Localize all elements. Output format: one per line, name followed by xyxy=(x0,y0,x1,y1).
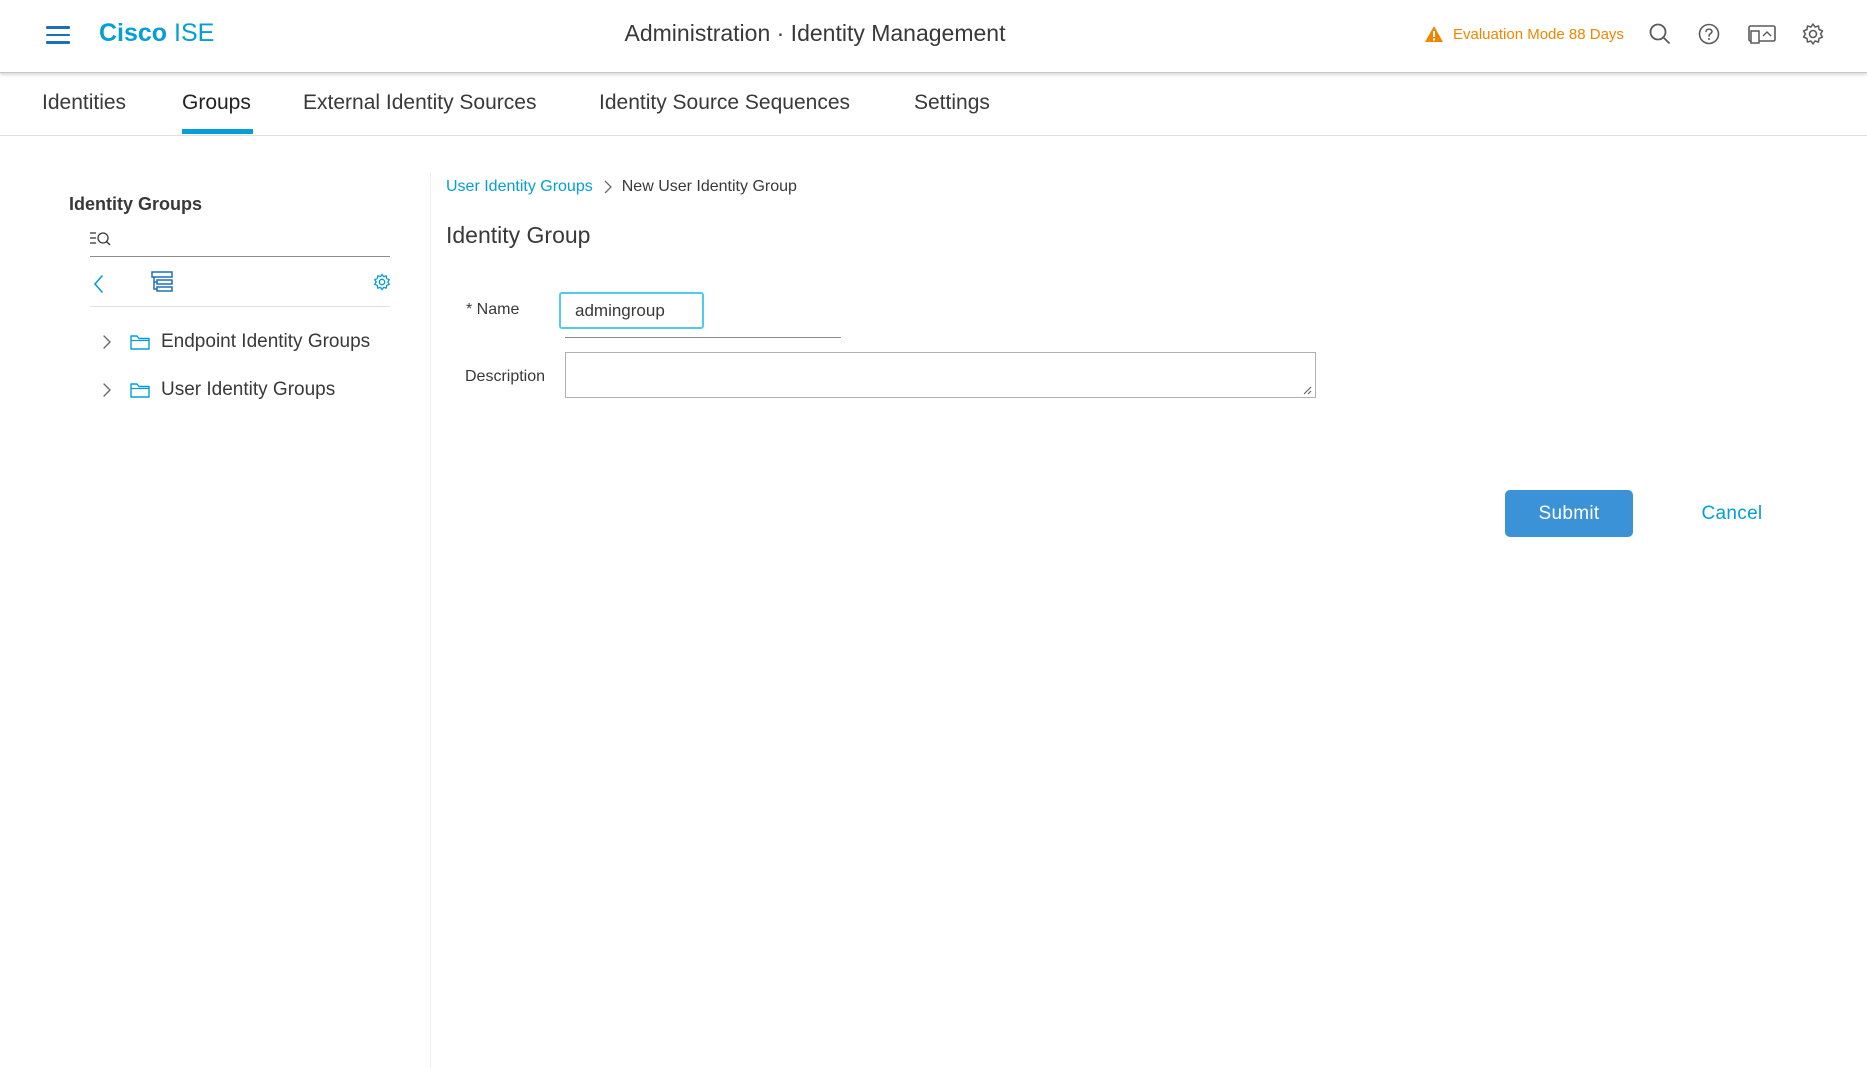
tab-identities[interactable]: Identities xyxy=(42,91,126,115)
filter-search-icon xyxy=(90,232,111,246)
breadcrumb-current: New User Identity Group xyxy=(621,178,797,195)
resize-handle-icon[interactable] xyxy=(1302,385,1312,395)
sidebar-search[interactable] xyxy=(90,225,390,257)
name-label: * Name xyxy=(466,301,520,318)
warning-icon xyxy=(1425,26,1443,42)
description-textarea[interactable] xyxy=(565,352,1316,398)
evaluation-notice-text: Evaluation Mode 88 Days xyxy=(1453,25,1624,43)
tab-groups[interactable]: Groups xyxy=(182,91,251,115)
tab-settings[interactable]: Settings xyxy=(914,91,990,115)
chevron-right-icon xyxy=(604,180,612,194)
gear-icon[interactable] xyxy=(1800,21,1826,47)
breadcrumb-parent-link[interactable]: User Identity Groups xyxy=(446,178,593,196)
name-field-wrapper xyxy=(559,292,841,338)
gear-icon[interactable] xyxy=(372,272,392,292)
folder-icon xyxy=(130,335,150,350)
sidebar-title: Identity Groups xyxy=(69,194,203,214)
sidebar-toolbar xyxy=(90,265,390,307)
tree-item-user-identity-groups[interactable]: User Identity Groups xyxy=(98,376,335,404)
tab-external-identity-sources[interactable]: External Identity Sources xyxy=(303,91,536,115)
help-icon[interactable] xyxy=(1696,21,1722,47)
active-tab-indicator xyxy=(182,129,253,134)
description-label: Description xyxy=(465,368,546,385)
name-input[interactable] xyxy=(559,292,704,329)
primary-tabs: Identities Groups External Identity Sour… xyxy=(0,73,1867,136)
tab-identity-source-sequences[interactable]: Identity Source Sequences xyxy=(599,91,850,115)
chevron-right-icon[interactable] xyxy=(98,381,116,399)
tree-view-icon[interactable] xyxy=(151,271,173,293)
chevron-right-icon[interactable] xyxy=(98,333,116,351)
monitor-icon[interactable] xyxy=(1747,21,1777,47)
form-section-title: Identity Group xyxy=(446,222,591,248)
tree-item-label: Endpoint Identity Groups xyxy=(161,331,371,352)
back-icon[interactable] xyxy=(92,273,106,295)
tree-item-endpoint-identity-groups[interactable]: Endpoint Identity Groups xyxy=(98,328,370,356)
page-title: Administration · Identity Management xyxy=(624,20,1006,46)
cancel-button[interactable]: Cancel xyxy=(1690,490,1774,537)
submit-button[interactable]: Submit xyxy=(1505,490,1633,537)
breadcrumb: User Identity Groups New User Identity G… xyxy=(446,178,797,196)
panel-divider xyxy=(430,172,431,1068)
folder-icon xyxy=(130,383,150,398)
evaluation-notice[interactable]: Evaluation Mode 88 Days xyxy=(1424,22,1624,46)
search-icon[interactable] xyxy=(1647,21,1673,47)
top-header: Cisco ISE Administration · Identity Mana… xyxy=(0,0,1867,73)
tree-item-label: User Identity Groups xyxy=(161,379,336,400)
